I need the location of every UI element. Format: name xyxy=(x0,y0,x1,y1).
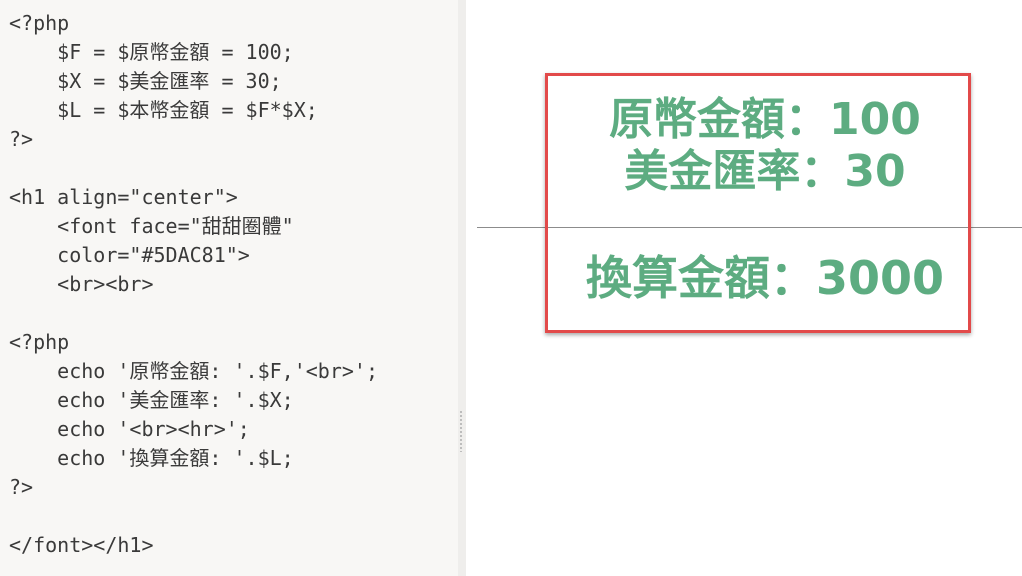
code-line: color="#5DAC81"> xyxy=(9,243,250,267)
code-line: <h1 align="center"> xyxy=(9,185,238,209)
pane-splitter[interactable] xyxy=(458,0,466,576)
code-line: <?php xyxy=(9,11,70,35)
code-line: $X = $美金匯率 = 30; xyxy=(9,69,282,93)
code-line: <?php xyxy=(9,330,70,354)
splitter-grip-icon[interactable] xyxy=(459,410,463,452)
code-line: ?> xyxy=(9,127,34,151)
code-line: </font></h1> xyxy=(9,533,154,557)
code-line: echo '原幣金額: '.$F,'<br>'; xyxy=(9,359,378,383)
code-line: echo '美金匯率: '.$X; xyxy=(9,388,294,412)
code-line: $F = $原幣金額 = 100; xyxy=(9,40,294,64)
code-editor[interactable]: <?php $F = $原幣金額 = 100; $X = $美金匯率 = 30;… xyxy=(0,0,458,576)
code-line: ?> xyxy=(9,475,34,499)
code-line: $L = $本幣金額 = $F*$X; xyxy=(9,98,318,122)
code-line: <font face="甜甜圈體" xyxy=(9,214,294,238)
code-line: echo '換算金額: '.$L; xyxy=(9,446,294,470)
code-line: <br><br> xyxy=(9,272,154,296)
code-line: echo '<br><hr>'; xyxy=(9,417,250,441)
highlight-box xyxy=(545,73,971,333)
code-text[interactable]: <?php $F = $原幣金額 = 100; $X = $美金匯率 = 30;… xyxy=(0,0,458,560)
